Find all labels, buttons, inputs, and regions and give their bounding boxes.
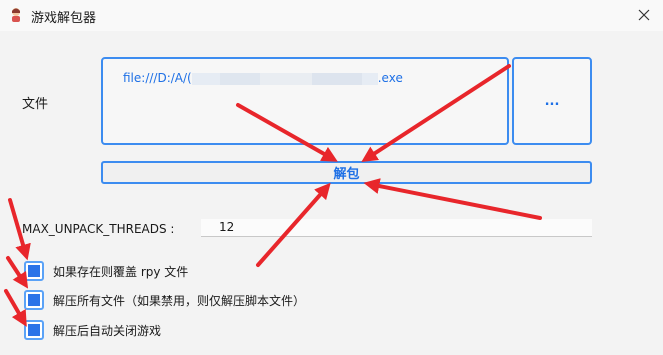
check-mark xyxy=(28,324,40,336)
app-icon xyxy=(12,8,20,22)
file-label: 文件 xyxy=(22,97,49,112)
unpack-button[interactable]: 解包 xyxy=(101,161,592,184)
close-button[interactable] xyxy=(630,2,658,28)
check-mark xyxy=(28,294,40,306)
file-path-suffix: .exe xyxy=(377,71,403,85)
redaction-block xyxy=(191,72,220,85)
annotation-arrow xyxy=(6,256,29,289)
extract-all-label: 解压所有文件（如果禁用，则仅解压脚本文件） xyxy=(53,293,306,308)
title-bar: 游戏解包器 xyxy=(0,0,663,31)
annotation-arrow xyxy=(4,289,27,327)
auto-close-option[interactable]: 解压后自动关闭游戏 xyxy=(24,320,161,340)
redaction-block xyxy=(219,72,260,85)
overwrite-rpy-label: 如果存在则覆盖 rpy 文件 xyxy=(53,264,189,279)
extract-all-option[interactable]: 解压所有文件（如果禁用，则仅解压脚本文件） xyxy=(24,290,305,310)
redaction-block xyxy=(259,72,312,85)
threads-label: MAX_UNPACK_THREADS : xyxy=(22,222,175,236)
browse-button[interactable]: ... xyxy=(512,57,592,145)
auto-close-checkbox[interactable] xyxy=(24,320,44,340)
check-mark xyxy=(28,265,40,277)
extract-all-checkbox[interactable] xyxy=(24,290,44,310)
redaction-block xyxy=(361,72,378,85)
close-icon xyxy=(638,9,650,21)
auto-close-label: 解压后自动关闭游戏 xyxy=(53,323,162,338)
overwrite-rpy-option[interactable]: 如果存在则覆盖 rpy 文件 xyxy=(24,261,188,281)
annotation-arrow xyxy=(363,178,542,220)
threads-value: 12 xyxy=(219,220,235,234)
threads-input[interactable]: 12 xyxy=(201,219,592,237)
window-title: 游戏解包器 xyxy=(31,11,97,26)
file-path-prefix: file:///D:/A/( xyxy=(123,71,192,85)
overwrite-rpy-checkbox[interactable] xyxy=(24,261,44,281)
redaction-block xyxy=(311,72,362,85)
file-path-field[interactable]: file:///D:/A/( .exe xyxy=(101,57,509,145)
file-path-text: file:///D:/A/( .exe xyxy=(123,71,403,85)
